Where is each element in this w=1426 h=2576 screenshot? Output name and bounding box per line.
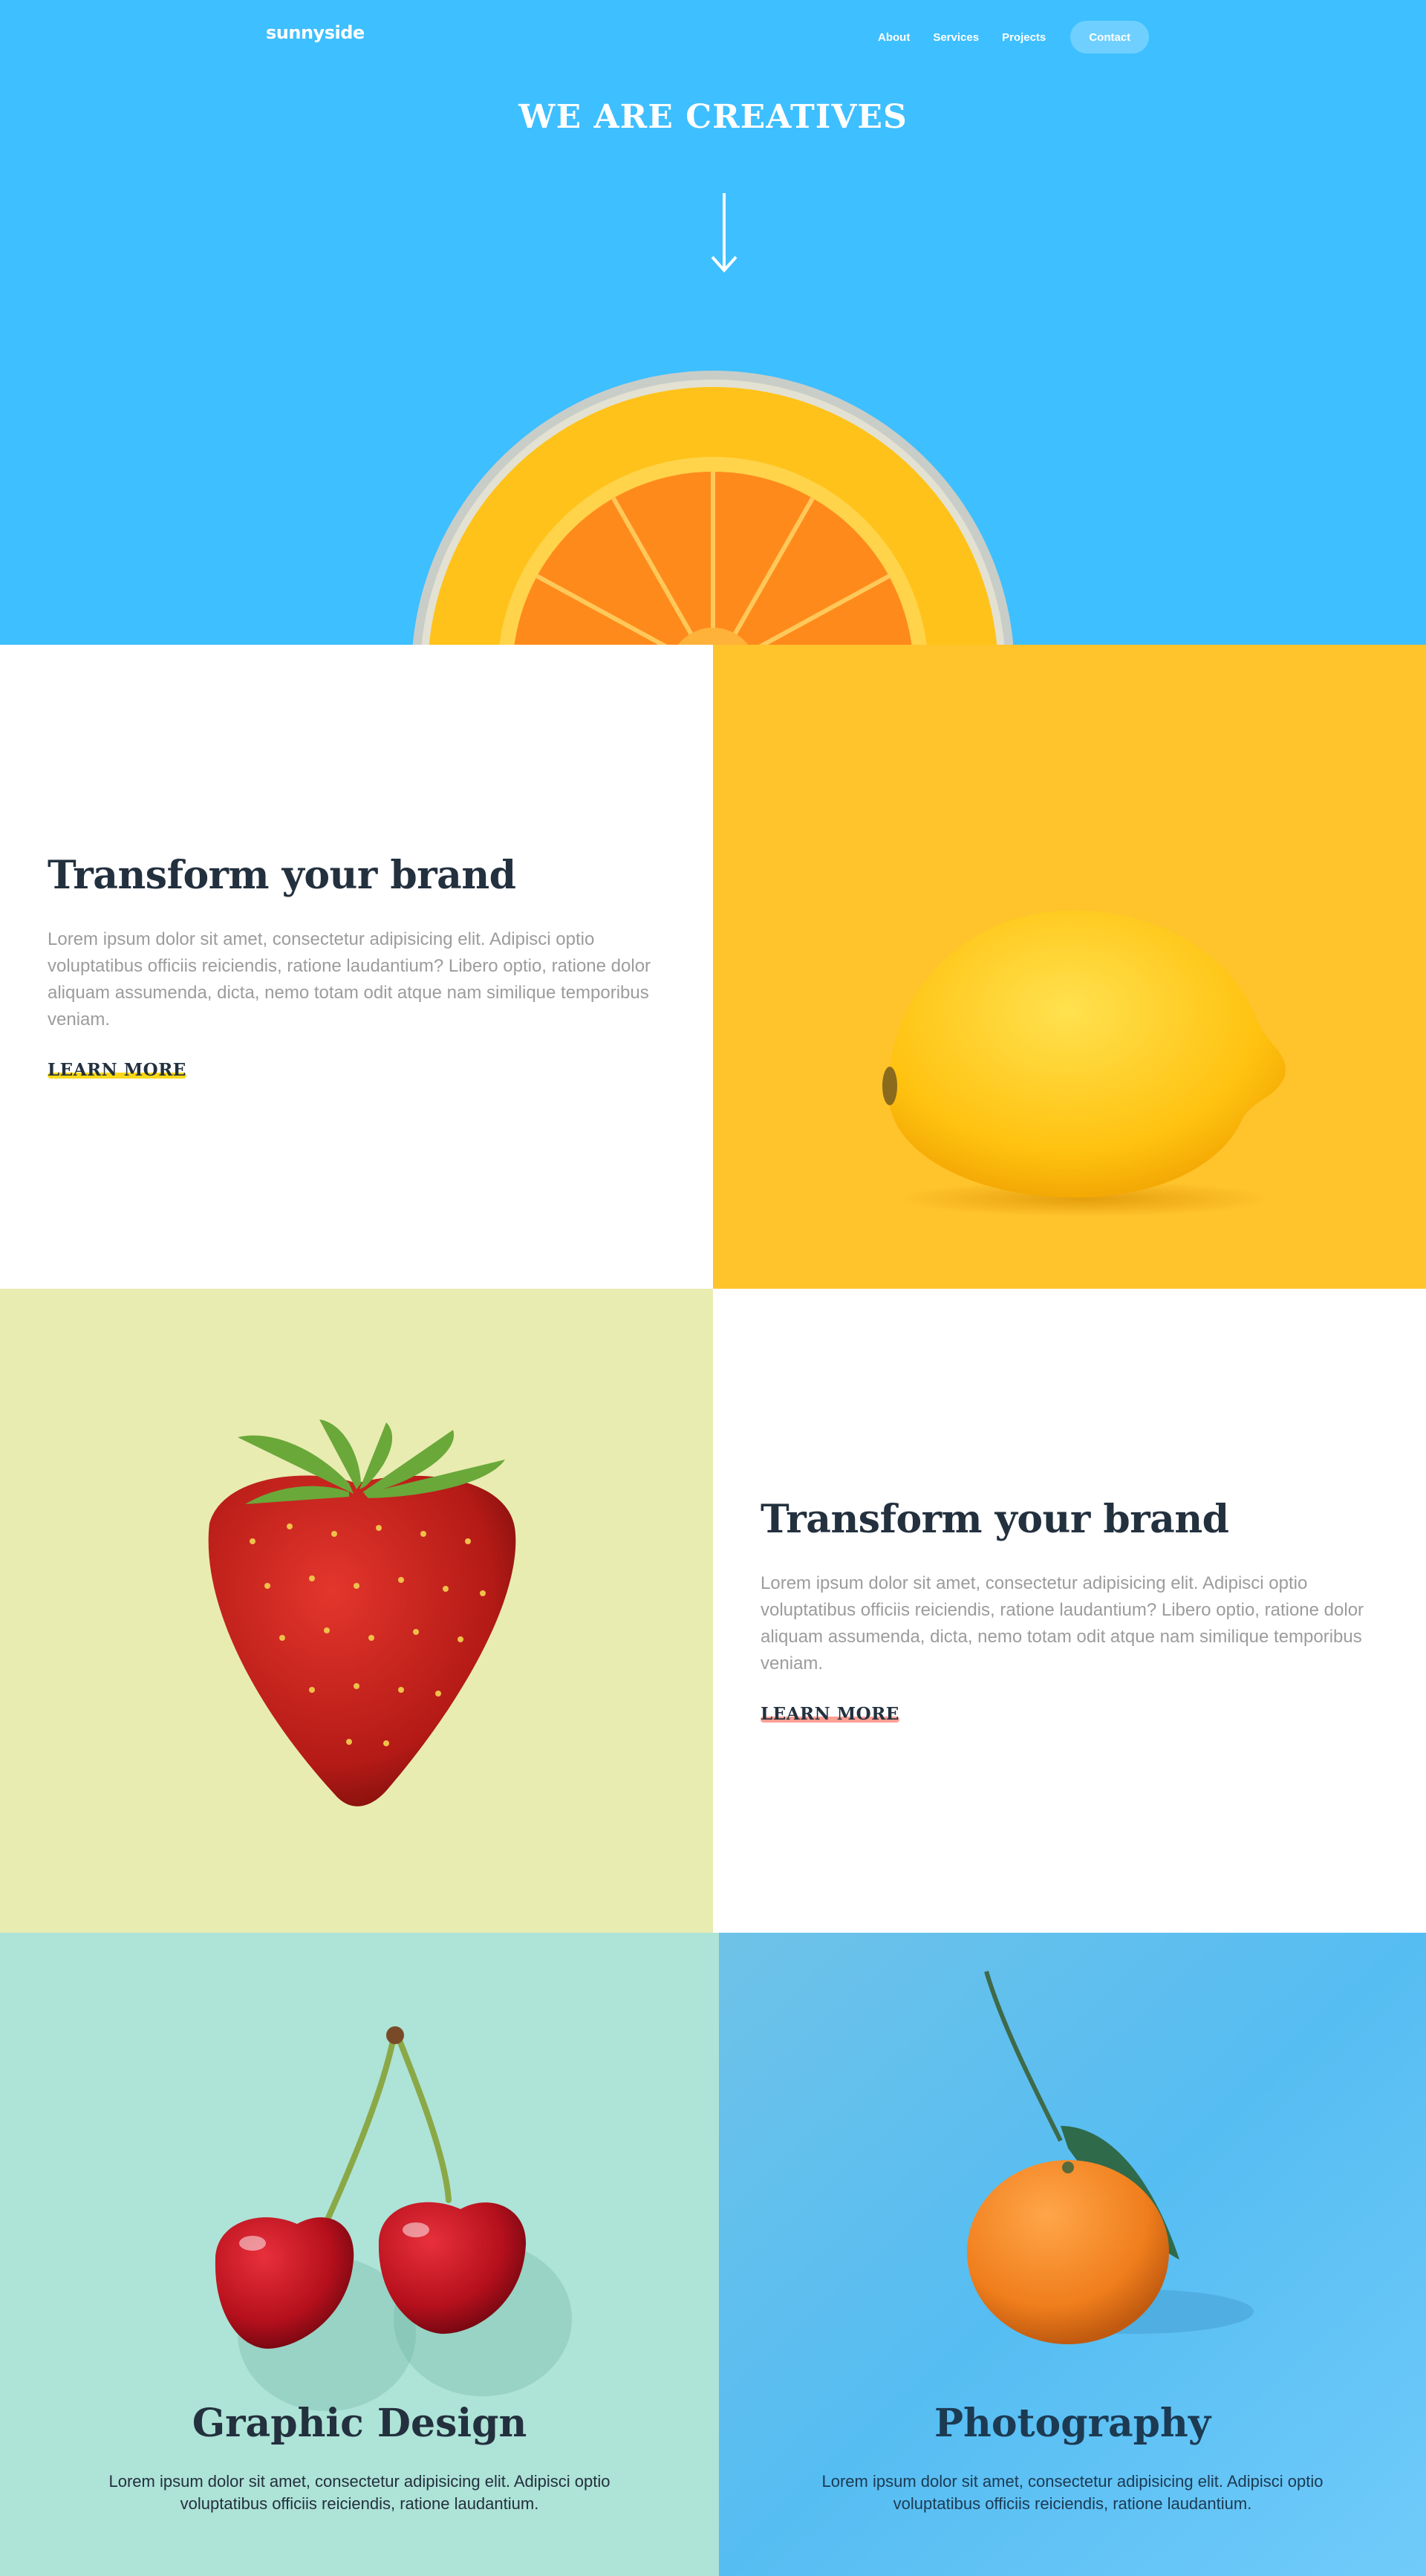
learn-more-link[interactable]: LEARN MORE — [48, 1060, 186, 1080]
service-title: Photography — [934, 2401, 1211, 2446]
service-photography: Photography Lorem ipsum dolor sit amet, … — [719, 1933, 1426, 2576]
learn-more-link[interactable]: LEARN MORE — [761, 1704, 899, 1724]
feature-body: Lorem ipsum dolor sit amet, consectetur … — [48, 928, 651, 1030]
feature-title: Transform your brand — [761, 1497, 1229, 1543]
feature-body: Lorem ipsum dolor sit amet, consectetur … — [761, 1572, 1364, 1674]
service-body: Lorem ipsum dolor sit amet, consectetur … — [821, 2472, 1324, 2513]
contact-button[interactable]: Contact — [1070, 21, 1150, 53]
feature-row-2: Transform your brand Lorem ipsum dolor s… — [0, 1289, 1426, 1933]
lemon-illustration — [882, 910, 1286, 1217]
services-row: Graphic Design Lorem ipsum dolor sit ame… — [0, 1933, 1426, 2576]
strawberry-image — [0, 1289, 713, 1933]
arrow-down-icon[interactable] — [709, 193, 739, 273]
strawberry-illustration — [208, 1419, 516, 1806]
feature-row-1: Transform your brand Lorem ipsum dolor s… — [0, 645, 1426, 1289]
feature-text-1: Transform your brand Lorem ipsum dolor s… — [0, 645, 713, 1289]
service-graphic-design: Graphic Design Lorem ipsum dolor sit ame… — [0, 1933, 719, 2576]
feature-title: Transform your brand — [48, 853, 516, 899]
feature-text-2: Transform your brand Lorem ipsum dolor s… — [713, 1289, 1426, 1933]
hero-title: WE ARE CREATIVES — [518, 98, 908, 136]
learn-more-label: LEARN MORE — [48, 1059, 186, 1080]
nav-item-about[interactable]: About — [878, 31, 910, 44]
service-title: Graphic Design — [192, 2401, 527, 2446]
nav-item-projects[interactable]: Projects — [1002, 31, 1046, 44]
top-nav: sunnyside About Services Projects Contac… — [0, 0, 1426, 74]
logo[interactable]: sunnyside — [266, 22, 365, 43]
service-body: Lorem ipsum dolor sit amet, consectetur … — [108, 2472, 611, 2513]
hero-section: sunnyside About Services Projects Contac… — [0, 0, 1426, 645]
orange-glass-image — [413, 371, 1013, 645]
lemon-image — [713, 645, 1426, 1289]
nav-links: About Services Projects Contact — [878, 21, 1150, 53]
learn-more-label: LEARN MORE — [761, 1703, 899, 1724]
nav-item-services[interactable]: Services — [933, 31, 979, 44]
